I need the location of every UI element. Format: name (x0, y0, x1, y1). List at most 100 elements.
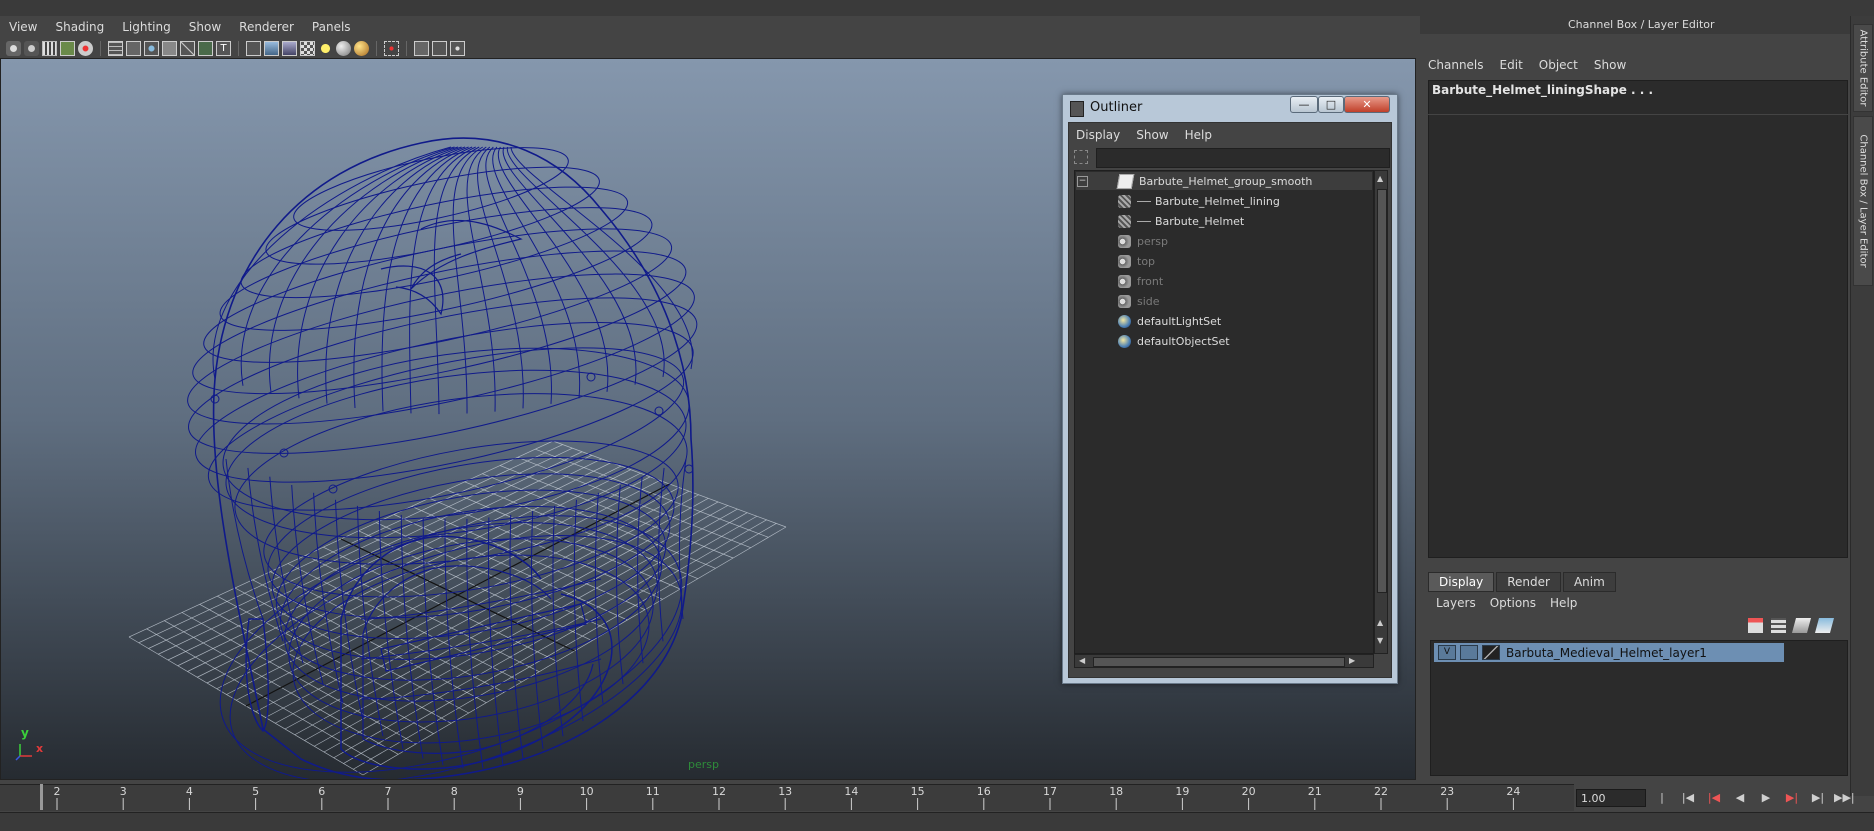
maximize-button[interactable]: □ (1318, 96, 1344, 113)
textured-icon[interactable] (300, 40, 315, 56)
outliner-item-label: side (1137, 294, 1160, 308)
tab-display[interactable]: Display (1428, 572, 1495, 592)
tab-render[interactable]: Render (1496, 572, 1561, 592)
grid-icon[interactable] (108, 40, 123, 56)
menu-shading[interactable]: Shading (46, 20, 113, 34)
scroll-down-arrow-icon[interactable]: ▼ (1377, 637, 1385, 645)
tab-channel-box[interactable]: Channel Box / Layer Editor (1853, 116, 1873, 286)
new-layer-icon[interactable] (1791, 618, 1812, 633)
current-frame-field[interactable]: 1.00 (1576, 789, 1646, 807)
menu-layers[interactable]: Layers (1436, 596, 1476, 610)
scroll-thumb[interactable] (1377, 189, 1387, 593)
isolate-select-icon[interactable] (384, 40, 399, 56)
new-layer-selected-icon[interactable] (1814, 618, 1835, 633)
frame-tick-label: 10 (580, 785, 594, 798)
panel-toolbar: T (0, 38, 1420, 58)
smooth-shade-icon[interactable] (264, 40, 279, 56)
film-gate-icon[interactable] (126, 40, 141, 56)
close-button[interactable]: ✕ (1344, 96, 1390, 113)
move-layer-down-icon[interactable] (1771, 618, 1786, 633)
xray-components-icon[interactable] (450, 40, 465, 56)
layer-row[interactable]: V Barbuta_Medieval_Helmet_layer1 (1434, 643, 1784, 662)
play-backwards-icon[interactable]: ◀ (1730, 788, 1750, 808)
layer-color-swatch[interactable] (1482, 645, 1500, 660)
scroll-left-arrow-icon[interactable]: ◀ (1079, 656, 1085, 665)
toolbar-separator (376, 40, 377, 56)
group-icon (1116, 173, 1135, 189)
wireframe-icon[interactable] (246, 40, 261, 56)
wire-curve (380, 603, 587, 672)
menu-help-layers[interactable]: Help (1550, 596, 1577, 610)
menu-view[interactable]: View (0, 20, 46, 34)
scroll-h-thumb[interactable] (1093, 657, 1345, 667)
menu-show-outliner[interactable]: Show (1136, 128, 1168, 142)
hierarchy-line (1137, 200, 1151, 202)
menu-panels[interactable]: Panels (303, 20, 360, 34)
select-camera-icon[interactable] (6, 40, 21, 56)
scroll-page-up-arrow-icon[interactable]: ▲ (1377, 619, 1385, 627)
filter-icon[interactable] (1074, 150, 1088, 164)
step-forward-key-icon[interactable]: ▶| (1782, 788, 1802, 808)
helmet-wireframe[interactable] (177, 130, 713, 780)
outliner-item[interactable]: Barbute_Helmet (1076, 212, 1372, 230)
step-back-key-icon[interactable]: |◀ (1704, 788, 1724, 808)
menu-options[interactable]: Options (1490, 596, 1536, 610)
minimize-button[interactable]: — (1290, 96, 1318, 113)
outliner-horizontal-scrollbar[interactable]: ◀ ▶ (1074, 654, 1374, 668)
play-forwards-icon[interactable]: ▶ (1756, 788, 1776, 808)
shape-node-name[interactable]: Barbute_Helmet_liningShape . . . (1432, 83, 1653, 97)
two-d-pan-icon[interactable] (78, 40, 93, 56)
outliner-item[interactable]: − Barbute_Helmet_group_smooth (1076, 172, 1372, 190)
menu-show[interactable]: Show (180, 20, 230, 34)
frame-tick-label: 13 (778, 785, 792, 798)
layer-display-type-toggle[interactable] (1460, 645, 1478, 660)
layer-name[interactable]: Barbuta_Medieval_Helmet_layer1 (1506, 646, 1707, 660)
channel-box[interactable] (1428, 80, 1848, 558)
safe-action-icon[interactable] (198, 40, 213, 56)
go-to-end-icon[interactable]: ▶▶| (1834, 788, 1855, 808)
outliner-vertical-scrollbar[interactable]: ▲ ▲ ▼ (1374, 170, 1388, 654)
outliner-item-label: top (1137, 254, 1156, 268)
menu-help-outliner[interactable]: Help (1185, 128, 1212, 142)
outliner-item[interactable]: defaultLightSet (1076, 312, 1372, 330)
menu-display-outliner[interactable]: Display (1076, 128, 1120, 142)
scroll-right-arrow-icon[interactable]: ▶ (1349, 656, 1355, 665)
wire-curve (433, 146, 480, 415)
menu-show-channels[interactable]: Show (1594, 58, 1626, 72)
move-layer-up-icon[interactable] (1748, 618, 1763, 633)
tab-anim[interactable]: Anim (1562, 572, 1616, 592)
menu-object[interactable]: Object (1539, 58, 1578, 72)
menu-edit[interactable]: Edit (1500, 58, 1523, 72)
step-forward-frame-icon[interactable]: ▶| (1808, 788, 1828, 808)
resolution-gate-icon[interactable] (144, 40, 159, 56)
outliner-item[interactable]: defaultObjectSet (1076, 332, 1372, 350)
scroll-up-arrow-icon[interactable]: ▲ (1377, 175, 1385, 183)
outliner-item[interactable]: top (1076, 252, 1372, 270)
menu-lighting[interactable]: Lighting (113, 20, 180, 34)
step-back-frame-icon[interactable]: |◀ (1678, 788, 1698, 808)
outliner-filter-input[interactable] (1096, 148, 1390, 168)
xray-joints-icon[interactable] (432, 40, 447, 56)
xray-icon[interactable] (414, 40, 429, 56)
field-chart-icon[interactable] (180, 40, 195, 56)
camera-attributes-icon[interactable] (24, 40, 39, 56)
range-slider[interactable] (0, 812, 1874, 831)
outliner-item[interactable]: persp (1076, 232, 1372, 250)
layer-visibility-toggle[interactable]: V (1438, 645, 1456, 660)
go-to-start-icon[interactable]: |◀◀ (1652, 788, 1672, 824)
outliner-item[interactable]: Barbute_Helmet_lining (1076, 192, 1372, 210)
tab-attribute-editor[interactable]: Attribute Editor (1853, 24, 1873, 112)
image-plane-icon[interactable] (60, 40, 75, 56)
menu-channels[interactable]: Channels (1428, 58, 1484, 72)
outliner-item[interactable]: side (1076, 292, 1372, 310)
high-quality-icon[interactable] (354, 40, 369, 56)
gate-mask-icon[interactable] (162, 40, 177, 56)
safe-title-icon[interactable]: T (216, 40, 231, 56)
wireframe-on-shaded-icon[interactable] (282, 40, 297, 56)
default-lighting-icon[interactable] (318, 40, 333, 56)
collapse-toggle-icon[interactable]: − (1077, 176, 1088, 187)
bookmarks-icon[interactable] (42, 40, 57, 56)
shadows-icon[interactable] (336, 40, 351, 56)
outliner-item[interactable]: front (1076, 272, 1372, 290)
menu-renderer[interactable]: Renderer (230, 20, 303, 34)
